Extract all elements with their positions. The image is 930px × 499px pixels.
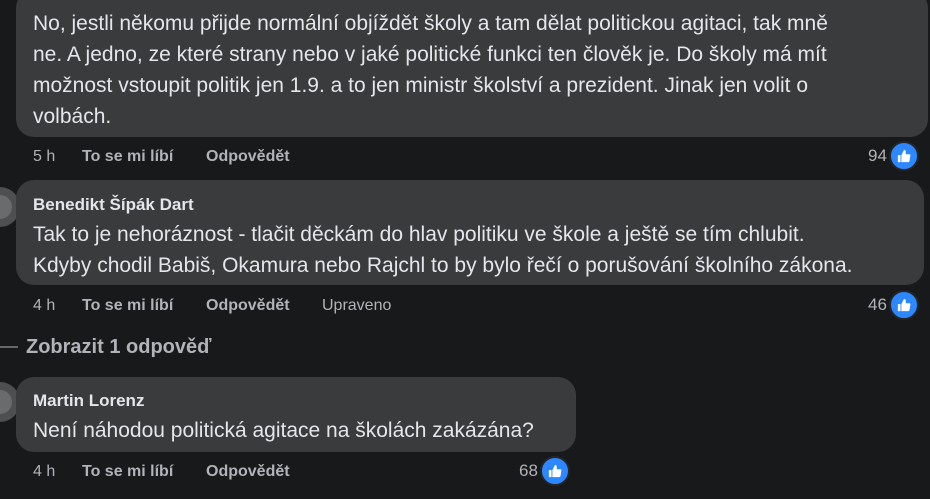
thumbs-up-icon [539,456,570,486]
like-count: 68 [519,461,538,480]
reaction-count[interactable]: 94 [868,141,919,171]
like-count: 46 [868,295,887,314]
comments-thread: No, jestli někomu přijde normální objížd… [0,0,930,499]
comment-line: No, jestli někomu přijde normální objížd… [33,12,828,35]
comment-line: Tak to je nehoráznost - tlačit děckám do… [33,223,805,246]
reaction-count[interactable]: 68 [519,456,570,486]
comment-text: Není náhodou politická agitace na školác… [33,415,576,446]
comment-actions: 5 h To se mi líbí Odpovědět [33,147,433,167]
comment-text: Tak to je nehoráznost - tlačit děckám do… [33,219,924,281]
comment-timestamp[interactable]: 4 h [33,462,55,482]
reaction-count[interactable]: 46 [868,290,919,320]
like-button[interactable]: To se mi líbí [82,296,173,316]
comment-timestamp[interactable]: 4 h [33,296,55,316]
like-button[interactable]: To se mi líbí [82,147,173,167]
comment-bubble: Benedikt Šípák Dart Tak to je nehoráznos… [16,180,924,285]
comment-text: No, jestli někomu přijde normální objížd… [33,8,928,132]
comment-actions: 4 h To se mi líbí Odpovědět Upraveno [33,296,453,316]
like-button[interactable]: To se mi líbí [82,462,173,482]
reply-button[interactable]: Odpovědět [206,462,290,482]
comment-line: Kdyby chodil Babiš, Okamura nebo Rajchl … [33,254,853,277]
comment-author[interactable]: Benedikt Šípák Dart [33,195,924,215]
comment-timestamp[interactable]: 5 h [33,147,55,167]
thumbs-up-icon [888,141,919,171]
comment-line: volbách. [33,105,112,128]
comment-line: Není náhodou politická agitace na školác… [33,419,534,442]
thread-line [0,346,18,348]
comment-actions: 4 h To se mi líbí Odpovědět [33,462,353,482]
show-replies-link[interactable]: Zobrazit 1 odpověď [0,333,212,361]
reply-button[interactable]: Odpovědět [206,296,290,316]
comment-bubble: No, jestli někomu přijde normální objížd… [16,0,928,137]
comment-bubble: Martin Lorenz Není náhodou politická agi… [16,377,576,452]
show-replies-label: Zobrazit 1 odpověď [26,335,212,358]
comment-author[interactable]: Martin Lorenz [33,391,576,411]
reply-button[interactable]: Odpovědět [206,147,290,167]
like-count: 94 [868,146,887,165]
comment-line: možnost vstoupit politik jen 1.9. a to j… [33,74,809,97]
comment-line: ne. A jedno, ze které strany nebo v jaké… [33,43,827,66]
edited-label[interactable]: Upraveno [322,296,391,316]
thumbs-up-icon [888,290,919,320]
